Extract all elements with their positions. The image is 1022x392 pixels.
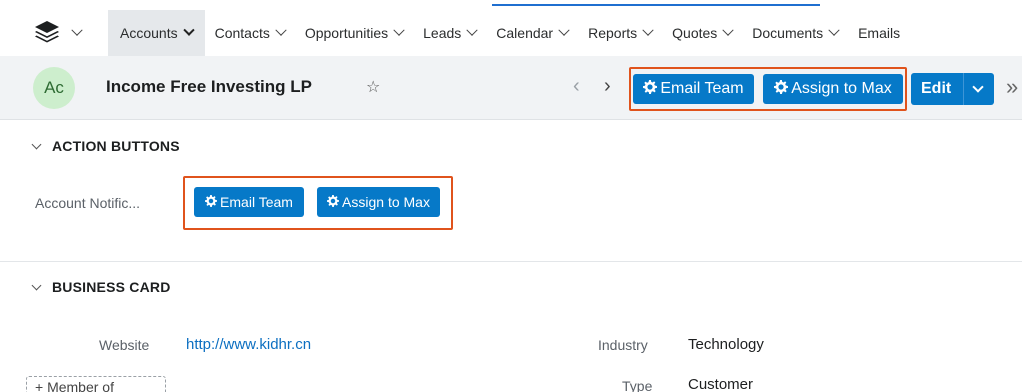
section-header-business-card[interactable]: BUSINESS CARD [31, 279, 171, 295]
chevron-down-icon [71, 24, 83, 36]
chevron-down-icon [642, 24, 654, 36]
website-label: Website [99, 337, 150, 353]
chevron-down-icon [466, 24, 478, 36]
nav-item-label: Documents [752, 25, 824, 41]
button-label: Email Team [660, 80, 744, 97]
email-team-button[interactable]: Email Team [633, 74, 754, 104]
chevron-down-icon [182, 24, 195, 36]
nav-item-label: Opportunities [304, 25, 389, 41]
more-actions-icon[interactable]: » [1006, 74, 1018, 100]
nav-item-contacts[interactable]: Contacts [205, 10, 295, 56]
industry-value[interactable]: Technology [688, 336, 764, 353]
previous-record-icon[interactable]: ‹ [573, 76, 580, 96]
gear-icon [327, 194, 340, 210]
chevron-down-icon [31, 280, 42, 290]
nav-item-quotes[interactable]: Quotes [662, 10, 742, 56]
assign-to-max-inline-button[interactable]: Assign to Max [317, 187, 440, 217]
chevron-down-icon [31, 139, 42, 149]
account-notification-label: Account Notific... [35, 195, 141, 211]
website-link[interactable]: http://www.kidhr.cn [186, 336, 311, 353]
main-navbar: Accounts Contacts Opportunities Leads Ca… [0, 10, 1022, 56]
nav-item-label: Calendar [496, 25, 554, 41]
button-divider [963, 73, 964, 105]
section-title: ACTION BUTTONS [52, 138, 180, 154]
gear-icon [643, 79, 658, 99]
nav-item-documents[interactable]: Documents [742, 10, 848, 56]
chevron-down-icon [393, 24, 405, 36]
nav-item-label: Leads [423, 25, 462, 41]
avatar: Ac [33, 67, 75, 109]
nav-item-label: Emails [858, 25, 901, 41]
nav-item-calendar[interactable]: Calendar [486, 10, 578, 56]
nav-item-emails[interactable]: Emails [848, 10, 917, 56]
favorite-star-icon[interactable]: ☆ [366, 77, 380, 97]
chevron-down-icon[interactable] [972, 81, 984, 93]
nav-item-reports[interactable]: Reports [578, 10, 662, 56]
nav-item-opportunities[interactable]: Opportunities [295, 10, 413, 56]
type-value[interactable]: Customer [688, 376, 753, 392]
gear-icon [205, 194, 218, 210]
button-label: Email Team [220, 194, 293, 210]
member-of-button[interactable]: + Member of [26, 376, 166, 392]
industry-label: Industry [598, 337, 648, 353]
layers-logo-icon [33, 19, 61, 48]
nav-item-leads[interactable]: Leads [413, 10, 486, 56]
nav-item-label: Accounts [120, 25, 178, 41]
url-underline [492, 4, 820, 6]
type-label: Type [622, 378, 653, 392]
email-team-inline-button[interactable]: Email Team [194, 187, 304, 217]
button-label: Assign to Max [791, 80, 892, 97]
app-menu[interactable] [0, 10, 108, 56]
chevron-down-icon [722, 24, 734, 36]
nav-item-label: Reports [588, 25, 638, 41]
chevron-down-icon [275, 24, 287, 36]
chevron-down-icon [828, 24, 840, 36]
edit-button[interactable]: Edit [911, 73, 994, 105]
nav-item-label: Quotes [672, 25, 718, 41]
section-header-action-buttons[interactable]: ACTION BUTTONS [31, 138, 180, 154]
button-label: Assign to Max [342, 194, 430, 210]
next-record-icon[interactable]: › [604, 76, 611, 96]
nav-item-label: Contacts [214, 25, 270, 41]
edit-label: Edit [921, 80, 952, 97]
record-title: Income Free Investing LP [106, 77, 312, 96]
chevron-down-icon [558, 24, 570, 36]
section-title: BUSINESS CARD [52, 279, 171, 295]
gear-icon [774, 79, 789, 99]
assign-to-max-button[interactable]: Assign to Max [763, 74, 903, 104]
nav-item-accounts[interactable]: Accounts [108, 10, 205, 56]
section-divider [0, 261, 1022, 262]
